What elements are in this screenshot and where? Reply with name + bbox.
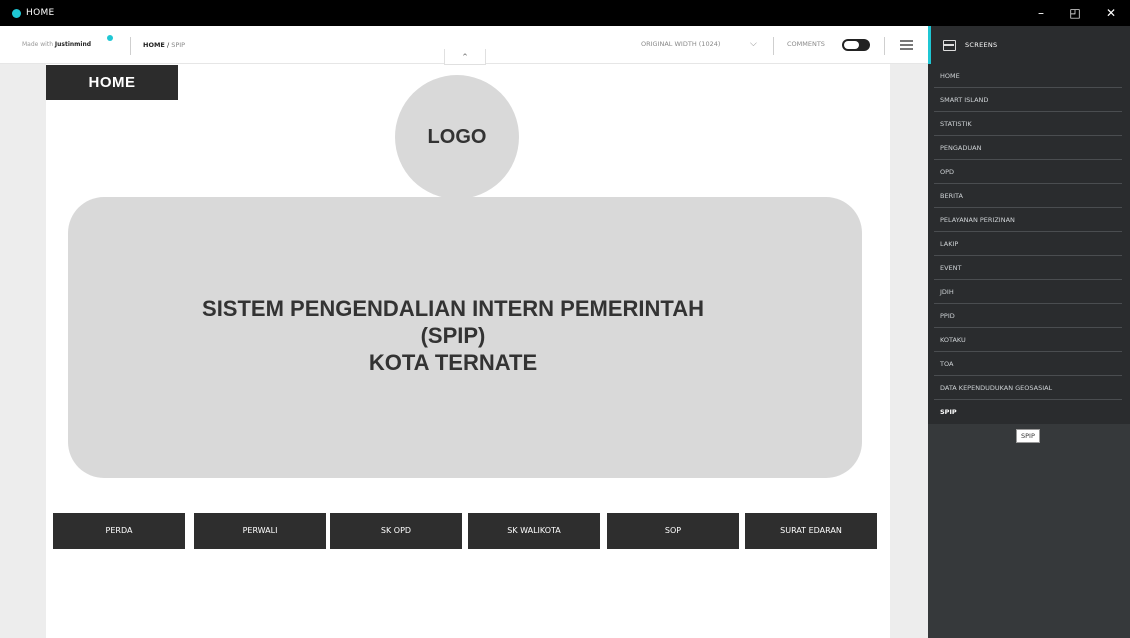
surat-edaran-button[interactable]: SURAT EDARAN: [745, 513, 877, 549]
screen-tooltip: SPIP: [1016, 429, 1040, 443]
toolbar-divider: [130, 37, 131, 55]
comments-toggle[interactable]: [842, 39, 870, 51]
screen-item-spip[interactable]: SPIP: [934, 400, 1122, 424]
screen-item-kotaku[interactable]: KOTAKU: [934, 328, 1122, 352]
screen-item-ppid[interactable]: PPID: [934, 304, 1122, 328]
screens-panel: SCREENS HOME SMART ISLAND STATISTIK PENG…: [928, 26, 1130, 638]
window-title: HOME: [26, 8, 55, 18]
screen-item-statistik[interactable]: STATISTIK: [934, 112, 1122, 136]
screen-item-pelayanan-perizinan[interactable]: PELAYANAN PERIZINAN: [934, 208, 1122, 232]
screen-item-jdih[interactable]: JDIH: [934, 280, 1122, 304]
screen-item-event[interactable]: EVENT: [934, 256, 1122, 280]
width-select[interactable]: ORIGINAL WIDTH (1024): [641, 40, 720, 48]
home-header-label: HOME: [46, 65, 178, 100]
sk-opd-button[interactable]: SK OPD: [330, 513, 462, 549]
chevron-down-icon[interactable]: ⌵: [750, 38, 757, 49]
breadcrumb-current: SPIP: [171, 41, 186, 49]
screen-item-pengaduan[interactable]: PENGADUAN: [934, 136, 1122, 160]
made-with-prefix: Made with: [22, 41, 55, 48]
screen-item-smart-island[interactable]: SMART ISLAND: [934, 88, 1122, 112]
screen-list: HOME SMART ISLAND STATISTIK PENGADUAN OP…: [928, 64, 1130, 424]
brand-dot-icon: [107, 35, 113, 41]
screen-item-toa[interactable]: TOA: [934, 352, 1122, 376]
app-icon: [12, 9, 21, 18]
toolbar-divider: [884, 37, 885, 55]
breadcrumb-root[interactable]: HOME: [143, 41, 165, 49]
screen-item-data-kependudukan[interactable]: DATA KEPENDUDUKAN GEOSASIAL: [934, 376, 1122, 400]
screen-item-lakip[interactable]: LAKIP: [934, 232, 1122, 256]
chevron-up-icon[interactable]: ⌃: [444, 49, 486, 65]
screens-panel-title: SCREENS: [965, 41, 998, 49]
hero-title-line: KOTA TERNATE: [368, 350, 538, 375]
screens-icon: [943, 40, 956, 51]
hero-title-line: SISTEM PENGENDALIAN INTERN PEMERINTAH: [202, 296, 704, 321]
restore-icon[interactable]: ◰: [1060, 4, 1090, 22]
toolbar-divider: [773, 37, 774, 55]
made-with-brand: Justinmind: [54, 41, 92, 48]
comments-label: COMMENTS: [787, 40, 825, 48]
logo-placeholder: LOGO: [395, 75, 519, 199]
window-titlebar: HOME – ◰ ✕: [0, 0, 1130, 26]
perwali-button[interactable]: PERWALI: [194, 513, 326, 549]
hero-banner: SISTEM PENGENDALIAN INTERN PEMERINTAH (S…: [68, 197, 862, 478]
screen-item-opd[interactable]: OPD: [934, 160, 1122, 184]
hero-title-line: (SPIP): [420, 323, 486, 348]
hero-title: SISTEM PENGENDALIAN INTERN PEMERINTAH (S…: [68, 295, 838, 376]
close-icon[interactable]: ✕: [1096, 4, 1126, 22]
screen-item-berita[interactable]: BERITA: [934, 184, 1122, 208]
made-with-label[interactable]: Made with Justinmind: [22, 41, 91, 48]
screens-panel-header: SCREENS: [928, 26, 1130, 64]
minimize-icon[interactable]: –: [1026, 4, 1056, 22]
sk-walikota-button[interactable]: SK WALIKOTA: [468, 513, 600, 549]
sop-button[interactable]: SOP: [607, 513, 739, 549]
screen-item-home[interactable]: HOME: [934, 64, 1122, 88]
menu-icon[interactable]: [900, 40, 913, 50]
breadcrumb: HOME / SPIP: [143, 41, 185, 49]
perda-button[interactable]: PERDA: [53, 513, 185, 549]
